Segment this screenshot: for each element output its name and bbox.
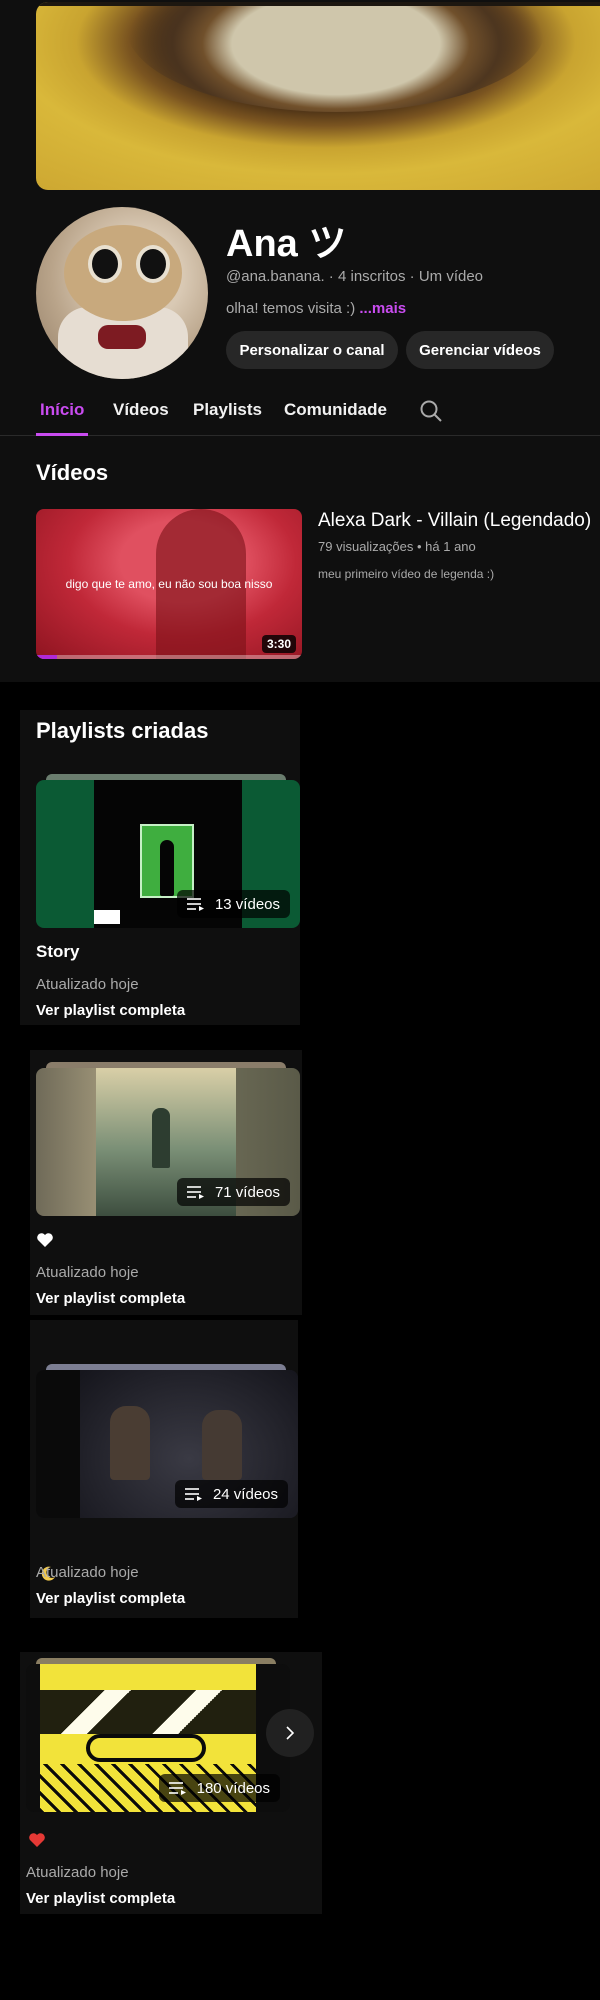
white-heart-icon bbox=[37, 1233, 53, 1247]
more-link[interactable]: ...mais bbox=[359, 300, 406, 317]
view-full-playlist-link[interactable]: Ver playlist completa bbox=[36, 1590, 185, 1607]
playlist-updated: Atualizado hoje bbox=[26, 1864, 129, 1881]
active-tab-indicator bbox=[36, 433, 88, 436]
avatar-eye-right bbox=[136, 245, 170, 283]
playlists-section-title: Playlists criadas bbox=[36, 718, 209, 743]
playlist-card: 71 vídeos Atualizado hoje Ver playlist c… bbox=[30, 1050, 302, 1315]
thumbnail-figure bbox=[152, 1108, 170, 1168]
playlist-updated: Atualizado hoje bbox=[36, 1264, 139, 1281]
playlist-card: Playlists criadas 13 vídeos Story Atuali… bbox=[20, 710, 300, 1025]
tab-playlists[interactable]: Playlists bbox=[193, 400, 262, 420]
playlist-icon bbox=[184, 1488, 202, 1501]
video-thumbnail[interactable]: digo que te amo, eu não sou boa nisso 3:… bbox=[36, 509, 302, 659]
chevron-right-icon bbox=[286, 1726, 295, 1740]
channel-name: Ana ツ bbox=[226, 223, 347, 265]
search-icon[interactable] bbox=[418, 398, 444, 424]
playlist-icon bbox=[168, 1782, 186, 1795]
playlist-count: 180 vídeos bbox=[196, 1779, 270, 1797]
playlist-count-badge: 71 vídeos bbox=[176, 1178, 290, 1206]
channel-meta: @ana.banana. · 4 inscritos · Um vídeo bbox=[226, 268, 484, 285]
avatar-heart bbox=[98, 325, 146, 349]
playlist-thumbnail[interactable]: 71 vídeos bbox=[36, 1068, 300, 1216]
playlist-count-badge: 24 vídeos bbox=[174, 1480, 288, 1508]
video-description: meu primeiro vídeo de legenda :) bbox=[318, 567, 495, 581]
thumbnail-figure-left bbox=[110, 1406, 150, 1480]
playlist-card: 24 vídeos Atualizado hoje Ver playlist c… bbox=[30, 1320, 298, 1618]
playlist-thumbnail[interactable]: 13 vídeos bbox=[36, 780, 300, 928]
tab-inicio[interactable]: Início bbox=[40, 400, 84, 420]
watch-progress-bar bbox=[36, 655, 58, 659]
channel-avatar[interactable] bbox=[36, 207, 208, 379]
tab-comunidade[interactable]: Comunidade bbox=[284, 400, 387, 420]
playlist-count: 71 vídeos bbox=[214, 1183, 280, 1201]
playlist-thumbnail[interactable]: 180 vídeos bbox=[26, 1664, 290, 1812]
thumbnail-figure-right bbox=[202, 1410, 242, 1480]
playlist-count: 24 vídeos bbox=[212, 1485, 278, 1503]
playlist-updated: Atualizado hoje bbox=[36, 1564, 139, 1581]
view-full-playlist-link[interactable]: Ver playlist completa bbox=[36, 1002, 185, 1019]
thumbnail-wheels bbox=[86, 1734, 206, 1762]
thumbnail-side-band bbox=[36, 1370, 80, 1518]
playlist-count-badge: 13 vídeos bbox=[176, 890, 290, 918]
tab-videos[interactable]: Vídeos bbox=[113, 400, 169, 420]
channel-banner bbox=[36, 2, 600, 190]
carousel-next-button[interactable] bbox=[266, 1709, 314, 1757]
parental-advisory-label bbox=[94, 910, 120, 924]
banner-artwork bbox=[126, 2, 546, 112]
videos-section-title: Vídeos bbox=[36, 460, 109, 485]
manage-videos-button[interactable]: Gerenciar vídeos bbox=[406, 331, 554, 369]
thumbnail-caption: digo que te amo, eu não sou boa nisso bbox=[65, 577, 273, 591]
view-full-playlist-link[interactable]: Ver playlist completa bbox=[26, 1890, 175, 1907]
channel-description[interactable]: olha! temos visita :) ...mais bbox=[226, 300, 406, 317]
playlist-count: 13 vídeos bbox=[214, 895, 280, 913]
banner-top-edge bbox=[36, 2, 600, 6]
channel-header-section: Ana ツ @ana.banana. · 4 inscritos · Um ví… bbox=[0, 0, 600, 682]
video-title[interactable]: Alexa Dark - Villain (Legendado) bbox=[318, 510, 591, 532]
thumbnail-mountains bbox=[40, 1690, 256, 1734]
red-heart-icon bbox=[29, 1833, 45, 1847]
playlist-count-badge: 180 vídeos bbox=[158, 1774, 280, 1802]
video-duration: 3:30 bbox=[261, 635, 296, 653]
playlist-updated: Atualizado hoje bbox=[36, 976, 139, 993]
progress-track bbox=[36, 655, 302, 659]
customize-channel-button[interactable]: Personalizar o canal bbox=[226, 331, 398, 369]
playlist-icon bbox=[186, 898, 204, 911]
video-meta: 79 visualizações • há 1 ano bbox=[318, 539, 476, 554]
playlist-title[interactable]: Story bbox=[36, 942, 79, 962]
thumbnail-figure bbox=[160, 840, 174, 896]
playlist-thumbnail[interactable]: 24 vídeos bbox=[36, 1370, 298, 1518]
channel-description-text: olha! temos visita :) bbox=[226, 300, 356, 317]
playlist-icon bbox=[186, 1186, 204, 1199]
channel-tabs: Início Vídeos Playlists Comunidade bbox=[0, 388, 600, 436]
avatar-eye-left bbox=[88, 245, 122, 283]
view-full-playlist-link[interactable]: Ver playlist completa bbox=[36, 1290, 185, 1307]
playlist-card: 180 vídeos Atualizado hoje Ver playlist … bbox=[20, 1652, 322, 1914]
